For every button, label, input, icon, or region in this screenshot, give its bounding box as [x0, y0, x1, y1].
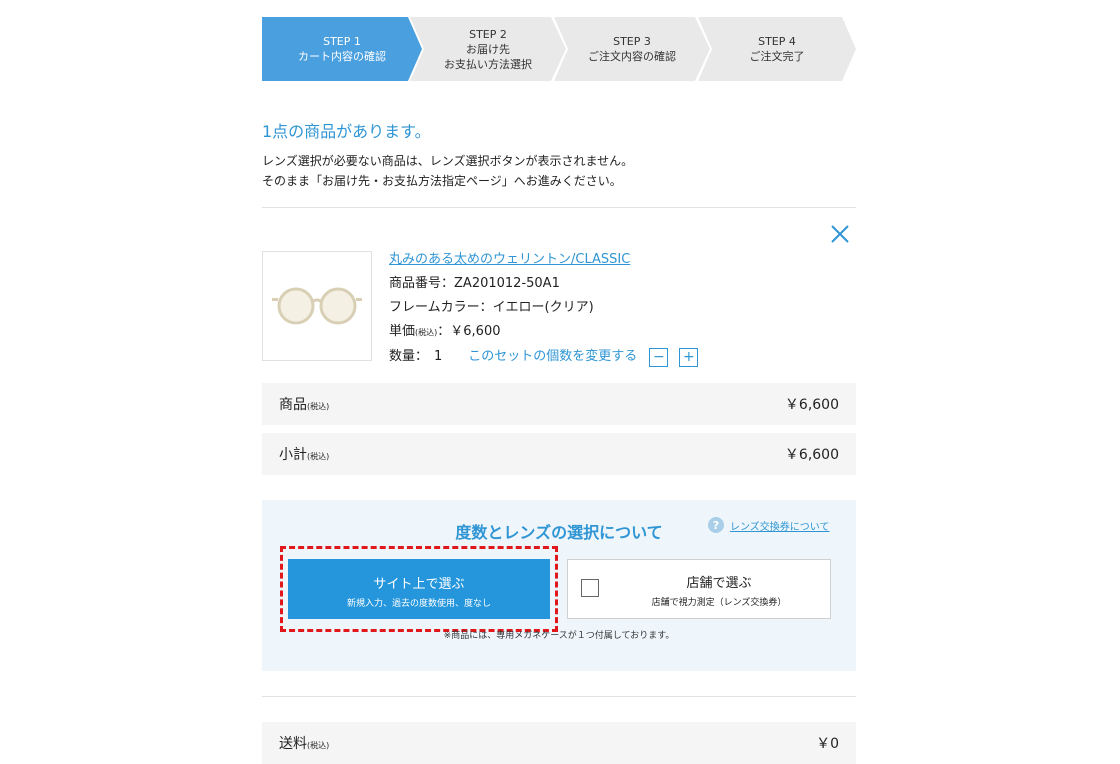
step-2-label: お届け先 [466, 42, 510, 56]
select-in-store-button[interactable]: 店舗で選ぶ 店舗で視力測定（レンズ交換券） [567, 559, 831, 619]
question-icon: ? [708, 517, 724, 533]
product-code-label: 商品番号： [389, 276, 455, 291]
close-icon[interactable] [830, 224, 850, 244]
unit-price-label: 単価 [389, 324, 416, 339]
subtotal-value: ￥6,600 [784, 447, 839, 463]
step-2-number: STEP 2 [469, 27, 507, 41]
select-on-site-title: サイト上で選ぶ [373, 577, 465, 592]
step-2-sublabel: お支払い方法選択 [444, 57, 532, 71]
lens-note-line-2: そのまま「お届け先・お支払方法指定ページ」へお進みください。 [262, 174, 622, 188]
lens-voucher-help-link[interactable]: ? レンズ交換券について [708, 517, 830, 533]
items-total-label: 商品 [279, 397, 307, 413]
step-2: STEP 2 お届け先 お支払い方法選択 [410, 17, 566, 81]
step-3-label: ご注文内容の確認 [588, 50, 676, 63]
items-total-tax: (税込) [307, 402, 330, 411]
quantity-value: 1 [434, 349, 443, 364]
increase-quantity-button[interactable]: + [679, 347, 699, 367]
step-3: STEP 3 ご注文内容の確認 [554, 17, 710, 81]
select-in-store-subtitle: 店舗で視力測定（レンズ交換券） [651, 598, 787, 608]
product-name-link[interactable]: 丸みのある太めのウェリントン/CLASSIC [389, 252, 630, 267]
shipping-value: ￥0 [816, 736, 839, 752]
item-count-heading: 1点の商品があります。 [262, 122, 431, 141]
glasses-icon [272, 287, 362, 325]
unit-price-row: 単価(税込)：￥6,600 [389, 320, 698, 345]
unit-price-separator: ： [437, 324, 451, 339]
case-included-note: ※商品には、専用メガネケースが１つ付属しております。 [443, 631, 675, 641]
change-quantity-link[interactable]: このセットの個数を変更する [468, 345, 637, 369]
checkout-steps: STEP 1 カート内容の確認 STEP 2 お届け先 お支払い方法選択 STE… [262, 17, 856, 81]
step-4-label: ご注文完了 [749, 50, 805, 63]
unit-price-tax: (税込) [415, 328, 438, 337]
quantity-label: 数量： [389, 349, 429, 364]
step-1-label: カート内容の確認 [298, 50, 386, 63]
shipping-row: 送料(税込) ￥0 [262, 722, 856, 764]
frame-color: イエロー(クリア) [492, 300, 594, 315]
shipping-label: 送料 [279, 736, 307, 752]
product-image[interactable] [262, 251, 372, 361]
step-1-number: STEP 1 [323, 35, 361, 48]
select-on-site-subtitle: 新規入力、過去の度数使用、度なし [346, 599, 491, 609]
step-1: STEP 1 カート内容の確認 [262, 17, 422, 81]
product-code: ZA201012-50A1 [454, 276, 560, 291]
frame-color-row: フレームカラー：イエロー(クリア) [389, 296, 698, 320]
remove-item-button[interactable] [830, 224, 850, 244]
decrease-quantity-button[interactable]: − [649, 347, 669, 367]
subtotal-label: 小計 [279, 447, 307, 463]
step-4: STEP 4 ご注文完了 [698, 17, 856, 81]
frame-color-label: フレームカラー： [389, 300, 493, 315]
items-total-value: ￥6,600 [784, 397, 839, 413]
select-on-site-button[interactable]: サイト上で選ぶ 新規入力、過去の度数使用、度なし [288, 559, 550, 619]
subtotal-tax: (税込) [307, 452, 330, 461]
select-in-store-checkbox[interactable] [581, 579, 599, 597]
divider [262, 696, 856, 697]
lens-note-line-1: レンズ選択が必要ない商品は、レンズ選択ボタンが表示されません。 [262, 154, 634, 168]
product-code-row: 商品番号：ZA201012-50A1 [389, 272, 698, 296]
lens-note: レンズ選択が必要ない商品は、レンズ選択ボタンが表示されません。 そのまま「お届け… [262, 151, 633, 191]
step-4-number: STEP 4 [758, 35, 796, 48]
unit-price: ￥6,600 [450, 324, 501, 339]
lens-selection-panel: 度数とレンズの選択について ? レンズ交換券について サイト上で選ぶ 新規入力、… [262, 500, 856, 671]
items-total-row: 商品(税込) ￥6,600 [262, 383, 856, 425]
lens-voucher-help-label[interactable]: レンズ交換券について [730, 518, 830, 533]
quantity-row: 数量： 1 このセットの個数を変更する − + [389, 345, 699, 369]
select-in-store-title: 店舗で選ぶ [686, 576, 752, 591]
divider [262, 207, 856, 208]
product-details: 丸みのある太めのウェリントン/CLASSIC 商品番号：ZA201012-50A… [389, 248, 699, 369]
step-3-number: STEP 3 [613, 35, 651, 48]
subtotal-row: 小計(税込) ￥6,600 [262, 433, 856, 475]
